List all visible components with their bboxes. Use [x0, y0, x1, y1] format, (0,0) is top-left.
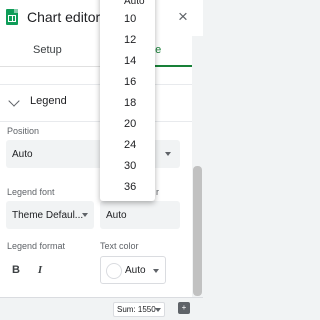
legend-font-size-select[interactable]: Auto — [100, 201, 180, 229]
caret-down-icon — [165, 152, 171, 156]
chevron-down-icon — [8, 95, 20, 107]
legend-font-select[interactable]: Theme Defaul... — [6, 201, 94, 229]
scrollbar[interactable] — [192, 36, 203, 297]
legend-section-header[interactable]: Legend — [0, 84, 192, 122]
text-color-select[interactable]: Auto — [100, 256, 166, 284]
status-bar: Sum: 1550 + — [0, 297, 203, 320]
position-label: Position — [7, 126, 40, 136]
sheets-logo-icon — [6, 9, 18, 25]
faded-section-row: •••••••••••••••••• — [0, 66, 192, 80]
text-color-value: Auto — [125, 265, 146, 276]
caret-down-icon — [82, 213, 88, 217]
close-icon[interactable]: × — [178, 7, 188, 27]
font-size-option[interactable]: 18 — [100, 93, 155, 113]
sum-dropdown[interactable]: Sum: 1550 — [113, 302, 165, 317]
font-size-dropdown-menu: Auto 10 12 14 16 18 20 24 30 36 — [100, 0, 155, 201]
tab-setup[interactable]: Setup — [33, 44, 62, 56]
legend-font-value: Theme Defaul... — [12, 210, 84, 221]
font-size-option[interactable]: 20 — [100, 114, 155, 134]
editor-tabs: Setup mize — [0, 36, 192, 67]
caret-down-icon — [153, 269, 159, 273]
font-size-label: r — [156, 187, 159, 197]
font-size-option[interactable]: 24 — [100, 135, 155, 155]
page-title: Chart editor — [27, 9, 101, 25]
font-size-option[interactable]: 30 — [100, 156, 155, 176]
legend-font-label: Legend font — [7, 187, 55, 197]
font-size-value: Auto — [106, 210, 127, 221]
font-size-option[interactable]: 36 — [100, 177, 155, 197]
legend-format-label: Legend format — [7, 241, 66, 251]
position-value: Auto — [12, 149, 33, 160]
font-size-option[interactable]: 12 — [100, 30, 155, 50]
legend-section-title: Legend — [30, 95, 67, 107]
font-size-option[interactable]: 16 — [100, 72, 155, 92]
italic-button[interactable]: I — [30, 258, 50, 282]
sum-value: Sum: 1550 — [117, 305, 156, 314]
font-size-option[interactable]: 14 — [100, 51, 155, 71]
color-swatch — [106, 263, 122, 279]
bold-button[interactable]: B — [6, 258, 26, 282]
text-color-label: Text color — [100, 241, 139, 251]
explore-icon[interactable]: + — [178, 302, 190, 314]
scrollbar-thumb[interactable] — [193, 166, 202, 296]
font-size-option[interactable]: 10 — [100, 9, 155, 29]
caret-down-icon — [155, 308, 161, 312]
